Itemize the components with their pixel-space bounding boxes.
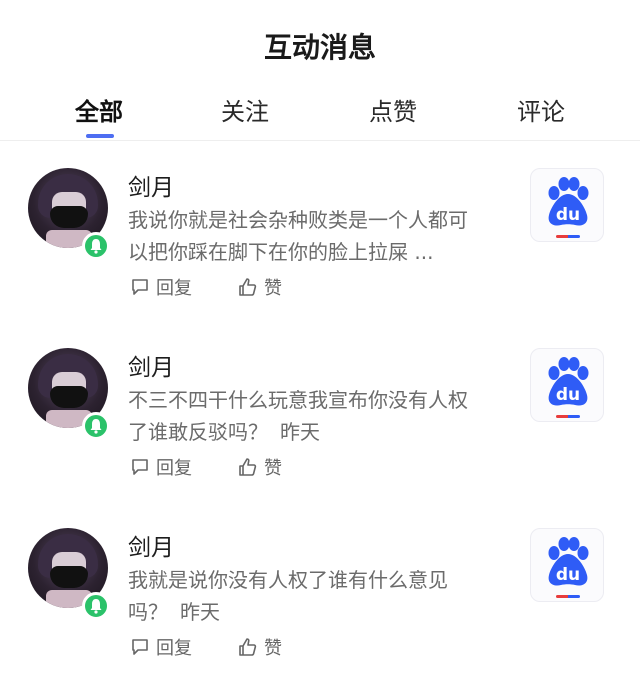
message-item[interactable]: 剑月 不三不四干什么玩意我宣布你没有人权了谁敢反驳吗？ 昨天 回复 赞 du <box>0 322 640 492</box>
tab-follow[interactable]: 关注 <box>190 92 300 127</box>
thumbs-up-icon <box>239 278 257 296</box>
message-item[interactable]: 剑月 我说你就是社会杂种败类是一个人都可以把你踩在脚下在你的脸上拉屎 ... 回… <box>0 142 640 312</box>
thumbs-up-icon <box>239 638 257 656</box>
message-time: 昨天 <box>280 420 320 444</box>
message-content: 我说你就是社会杂种败类是一个人都可以把你踩在脚下在你的脸上拉屎 ... <box>128 208 468 264</box>
reply-button[interactable]: 回复 <box>130 634 192 660</box>
sender-name[interactable]: 剑月 <box>128 528 174 562</box>
post-thumbnail[interactable]: du <box>530 348 604 422</box>
baidu-paw-icon: du <box>548 537 589 586</box>
tab-bar: 全部 关注 点赞 评论 <box>0 92 640 140</box>
thumbs-up-icon <box>239 458 257 476</box>
tab-likes[interactable]: 点赞 <box>338 92 448 127</box>
message-content: 不三不四干什么玩意我宣布你没有人权了谁敢反驳吗？ 昨天 <box>128 388 468 444</box>
baidu-paw-icon: du <box>548 177 589 226</box>
comment-icon <box>132 459 148 475</box>
tab-comments[interactable]: 评论 <box>486 92 596 127</box>
comment-icon <box>132 279 148 295</box>
post-thumbnail[interactable]: du <box>530 528 604 602</box>
bell-icon <box>82 592 110 620</box>
bell-icon <box>82 412 110 440</box>
bell-icon <box>82 232 110 260</box>
post-thumbnail[interactable]: du <box>530 168 604 242</box>
tab-all[interactable]: 全部 <box>44 92 154 127</box>
svg-text:du: du <box>556 205 580 225</box>
sender-name[interactable]: 剑月 <box>128 168 174 202</box>
like-button[interactable]: 赞 <box>238 454 282 480</box>
reply-button[interactable]: 回复 <box>130 454 192 480</box>
like-button[interactable]: 赞 <box>238 274 282 300</box>
page-title: 互动消息 <box>263 31 376 64</box>
header-divider <box>0 140 640 141</box>
svg-text:du: du <box>556 565 580 585</box>
message-time: 昨天 <box>180 600 220 624</box>
like-button[interactable]: 赞 <box>238 634 282 660</box>
message-item[interactable]: 剑月 我就是说你没有人权了谁有什么意见吗？ 昨天 回复 赞 du <box>0 502 640 672</box>
comment-icon <box>132 639 148 655</box>
svg-text:du: du <box>556 385 580 405</box>
sender-name[interactable]: 剑月 <box>128 348 174 382</box>
message-content: 我就是说你没有人权了谁有什么意见吗？ 昨天 <box>128 568 448 624</box>
baidu-paw-icon: du <box>548 357 589 406</box>
reply-button[interactable]: 回复 <box>130 274 192 300</box>
active-tab-indicator <box>86 134 114 138</box>
